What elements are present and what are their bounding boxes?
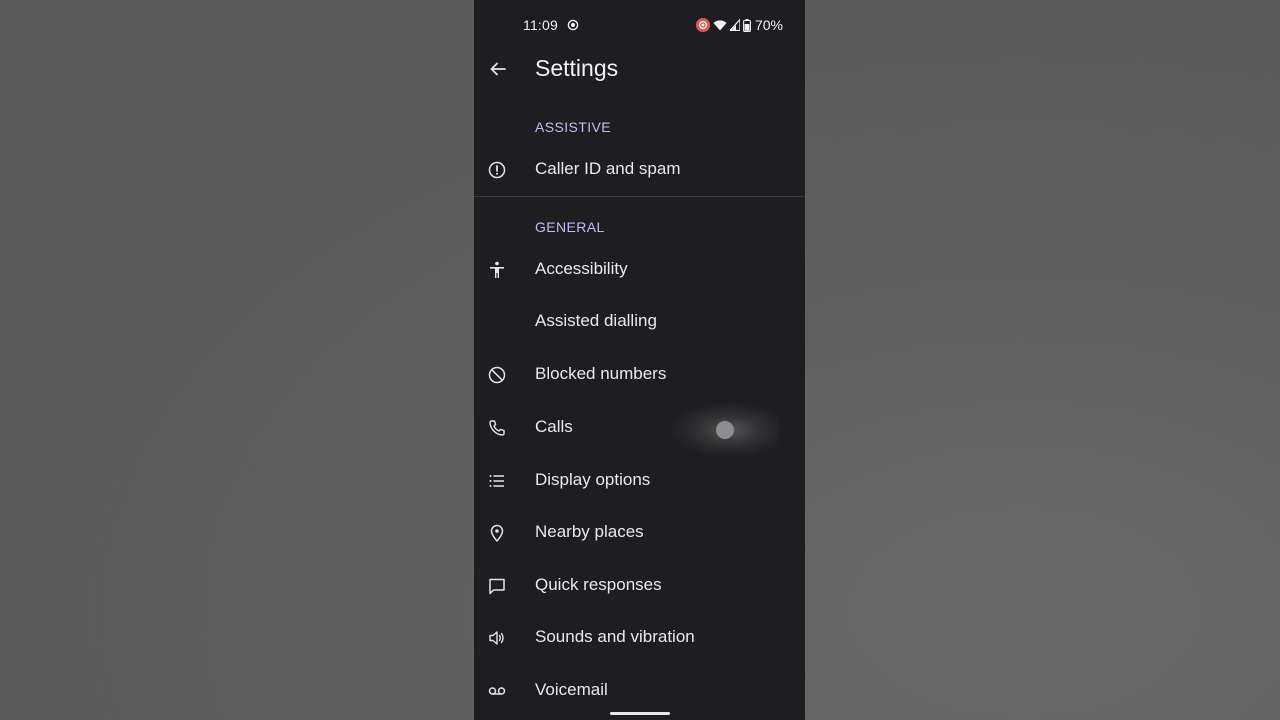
signal-icon [729,19,740,31]
voicemail-icon [488,687,506,695]
phone-icon [489,420,505,436]
battery-icon [743,18,751,32]
back-arrow-icon[interactable] [488,59,508,79]
phone-screen: 11:09 70% Settings ASSISTIVE Caller ID a… [474,0,805,720]
settings-item-accessibility[interactable]: Accessibility [474,244,805,296]
settings-item-label: Accessibility [535,259,628,278]
page-title: Settings [535,55,619,81]
app-bar: Settings [474,44,805,94]
settings-item-label: Calls [535,417,573,436]
settings-item-label: Assisted dialling [535,311,657,330]
recording-indicator-icon [695,18,710,32]
wifi-icon [713,20,727,31]
location-pin-icon [490,524,504,542]
settings-item-nearby-places[interactable]: Nearby places [474,507,805,559]
settings-item-blocked-numbers[interactable]: Blocked numbers [474,349,805,401]
status-icons: 70% [695,16,783,34]
accessibility-icon [490,261,504,278]
settings-item-label: Quick responses [535,575,662,594]
settings-item-quick-responses[interactable]: Quick responses [474,560,805,612]
settings-item-label: Sounds and vibration [535,627,695,646]
touch-point-indicator [716,421,734,439]
settings-item-label: Voicemail [535,680,608,699]
settings-item-label: Caller ID and spam [535,159,681,178]
speaker-icon [489,631,504,645]
section-header-assistive: ASSISTIVE [535,119,611,135]
settings-item-caller-id[interactable]: Caller ID and spam [474,144,805,196]
section-header-general: GENERAL [535,219,605,235]
settings-item-assisted-dialling[interactable]: Assisted dialling [474,296,805,348]
settings-item-label: Nearby places [535,522,644,541]
list-icon [489,475,504,487]
block-icon [488,366,506,384]
settings-item-display-options[interactable]: Display options [474,455,805,507]
status-time: 11:09 [523,17,558,33]
settings-item-label: Display options [535,470,651,489]
settings-item-voicemail[interactable]: Voicemail [474,665,805,717]
info-icon [488,161,506,179]
message-icon [489,578,505,595]
gesture-nav-handle[interactable] [610,712,670,715]
battery-percent: 70% [754,17,783,33]
settings-item-sounds-vibration[interactable]: Sounds and vibration [474,612,805,664]
status-bar: 11:09 70% [474,0,805,50]
section-divider [474,196,805,197]
screen-record-icon [567,19,579,31]
settings-item-label: Blocked numbers [535,364,667,383]
